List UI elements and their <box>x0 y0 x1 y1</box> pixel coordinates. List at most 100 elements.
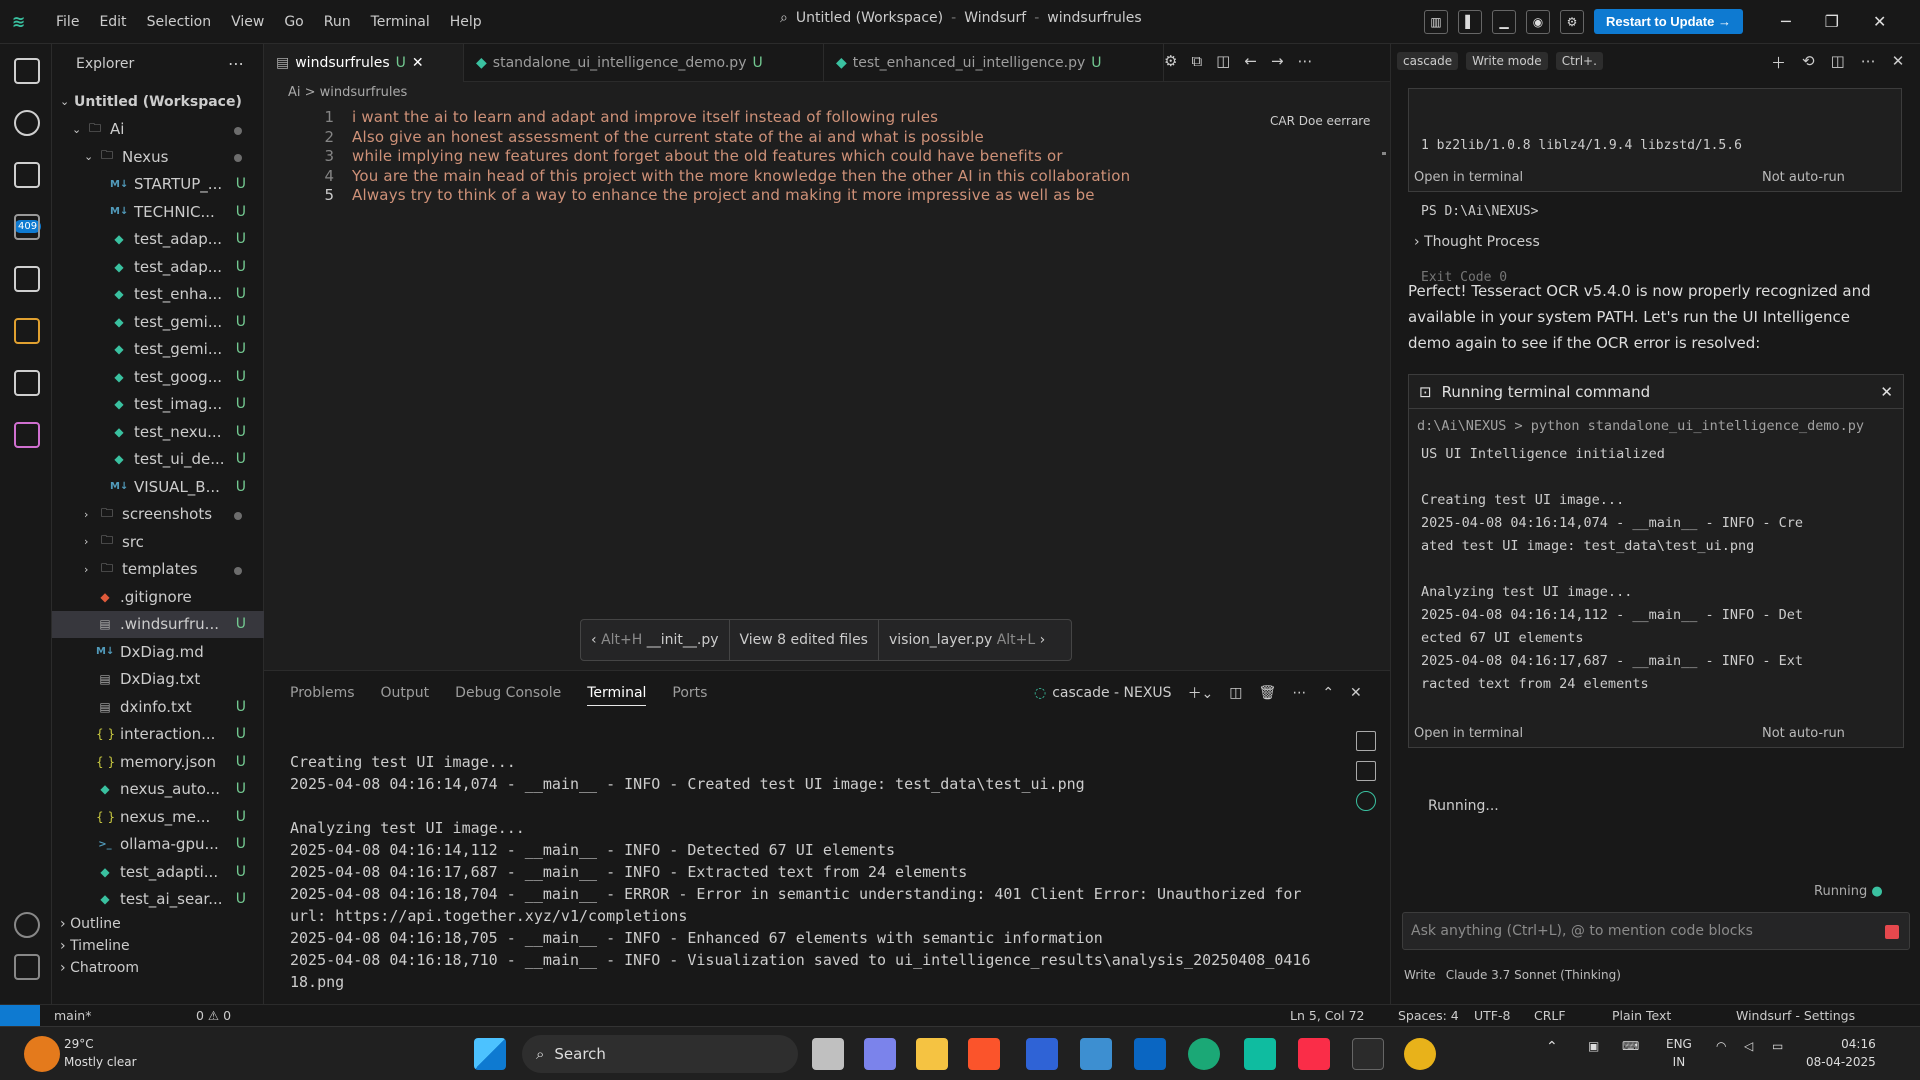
tray-app-icon[interactable]: ▣ <box>1588 1039 1599 1053</box>
code-line[interactable]: You are the main head of this project wi… <box>352 167 1372 185</box>
language-mode[interactable]: Plain Text <box>1612 1008 1671 1023</box>
remote-indicator-icon[interactable] <box>0 1005 40 1027</box>
explorer-icon[interactable] <box>14 58 40 84</box>
new-chat-icon[interactable]: ＋ <box>1771 52 1786 73</box>
tab-problems[interactable]: Problems <box>290 685 355 706</box>
keyboard-icon[interactable]: ⌨ <box>1622 1039 1639 1053</box>
scrollbar-thumb[interactable] <box>1382 152 1386 155</box>
go-back-icon[interactable]: ← <box>1244 52 1257 70</box>
account-icon[interactable]: ◉ <box>1526 9 1550 34</box>
more-actions-icon[interactable]: ⋯ <box>1292 685 1306 701</box>
tree-folder-ai[interactable]: ⌄ 🗀 Ai <box>52 116 264 144</box>
tree-file[interactable]: ◆ test_gemi... U <box>52 308 264 336</box>
minimize-icon[interactable]: ─ <box>1781 12 1791 31</box>
taskbar-search[interactable]: ⌕ Search <box>522 1035 798 1073</box>
tree-folder-nexus[interactable]: ⌄ 🗀 Nexus <box>52 143 264 171</box>
split-icon[interactable]: ◫ <box>1831 52 1845 73</box>
tree-file[interactable]: ◆ nexus_auto... U <box>52 776 264 804</box>
app-l-icon[interactable] <box>1026 1038 1058 1070</box>
open-in-terminal-link[interactable]: Open in terminal <box>1414 170 1523 185</box>
layout-icon[interactable]: ▥ <box>1424 9 1448 34</box>
tree-file[interactable]: M↓ TECHNIC... U <box>52 198 264 226</box>
more-actions-icon[interactable]: ⋯ <box>1298 52 1313 70</box>
toggle-panel-icon[interactable]: ▁ <box>1492 9 1516 34</box>
code-line[interactable]: Always try to think of a way to enhance … <box>352 186 1372 204</box>
cursor-position[interactable]: Ln 5, Col 72 <box>1290 1008 1365 1023</box>
tree-file[interactable]: M↓ STARTUP_... U <box>52 171 264 199</box>
tree-file[interactable]: ◆ test_gemi... U <box>52 336 264 364</box>
tree-file[interactable]: M↓ DxDiag.md <box>52 638 264 666</box>
extensions-icon[interactable] <box>14 318 40 344</box>
menu-help[interactable]: Help <box>442 12 490 32</box>
task-view-icon[interactable] <box>812 1038 844 1070</box>
model-selector[interactable]: Claude 3.7 Sonnet (Thinking) <box>1446 968 1621 982</box>
language-indicator[interactable]: ENG IN <box>1666 1035 1692 1071</box>
toggle-sidebar-icon[interactable]: ▌ <box>1458 9 1482 34</box>
outline-section[interactable]: › Outline <box>60 916 121 932</box>
menu-file[interactable]: File <box>48 12 87 32</box>
close-tab-icon[interactable]: ✕ <box>412 55 424 71</box>
tree-folder-templates[interactable]: › 🗀 templates <box>52 556 264 584</box>
docker-icon[interactable] <box>14 422 40 448</box>
code-line[interactable]: Also give an honest assessment of the cu… <box>352 128 1372 146</box>
battery-icon[interactable]: ▭ <box>1772 1039 1783 1053</box>
tree-file[interactable]: { } nexus_me... U <box>52 803 264 831</box>
remote-explorer-icon[interactable] <box>14 266 40 292</box>
auto-run-status[interactable]: Not auto-run <box>1762 726 1845 741</box>
editor-content[interactable]: 1 i want the ai to learn and adapt and im… <box>264 104 1390 670</box>
tree-file[interactable]: ◆ test_nexu... U <box>52 418 264 446</box>
maximize-icon[interactable]: ❐ <box>1825 12 1839 31</box>
chatroom-section[interactable]: › Chatroom <box>60 960 139 976</box>
menu-go[interactable]: Go <box>276 12 311 32</box>
windsurf-settings[interactable]: Windsurf - Settings <box>1736 1008 1855 1023</box>
problems-indicator[interactable]: 0 ⚠ 0 <box>196 1008 231 1023</box>
kill-terminal-icon[interactable]: 🗑 <box>1259 685 1277 701</box>
tab-output[interactable]: Output <box>381 685 430 706</box>
teams-icon[interactable] <box>864 1038 896 1070</box>
menu-terminal[interactable]: Terminal <box>363 12 438 32</box>
tree-folder-screenshots[interactable]: › 🗀 screenshots <box>52 501 264 529</box>
tree-workspace[interactable]: ⌄ Untitled (Workspace) <box>52 88 264 116</box>
auto-run-status[interactable]: Not auto-run <box>1762 170 1845 185</box>
menu-edit[interactable]: Edit <box>91 12 134 32</box>
manage-gear-icon[interactable] <box>14 954 40 980</box>
maximize-panel-icon[interactable]: ⌃ <box>1322 685 1334 701</box>
search-icon[interactable] <box>14 110 40 136</box>
restart-to-update-button[interactable]: Restart to Update → <box>1594 9 1743 34</box>
code-line[interactable]: while implying new features dont forget … <box>352 147 1372 165</box>
chat-input[interactable]: Ask anything (Ctrl+L), @ to mention code… <box>1402 912 1910 950</box>
terminal-output[interactable]: Creating test UI image... 2025-04-08 04:1… <box>290 751 1350 993</box>
encoding[interactable]: UTF-8 <box>1474 1008 1510 1023</box>
open-changes-icon[interactable]: ⧉ <box>1191 52 1202 70</box>
tree-file[interactable]: ◆ test_ui_de... U <box>52 446 264 474</box>
branch-indicator[interactable]: main* <box>54 1008 91 1023</box>
close-icon[interactable]: ✕ <box>1880 383 1893 401</box>
tab-standalone-demo[interactable]: ◆ standalone_ui_intelligence_demo.py U <box>464 44 824 82</box>
wifi-icon[interactable]: ◠ <box>1716 1039 1726 1053</box>
history-icon[interactable]: ⟲ <box>1802 52 1815 73</box>
chrome-icon[interactable] <box>1404 1038 1436 1070</box>
previous-edit-button[interactable]: ‹ Alt+H __init__.py <box>581 620 730 660</box>
menu-view[interactable]: View <box>223 12 272 32</box>
music-icon[interactable] <box>1298 1038 1330 1070</box>
tab-ports[interactable]: Ports <box>672 685 707 706</box>
menu-run[interactable]: Run <box>316 12 359 32</box>
vscode-icon[interactable] <box>1134 1038 1166 1070</box>
open-in-terminal-link[interactable]: Open in terminal <box>1414 726 1523 741</box>
tree-file[interactable]: >_ ollama-gpu... U <box>52 831 264 859</box>
running-command-output[interactable]: US UI Intelligence initialized Creating t… <box>1409 443 1903 704</box>
more-actions-icon[interactable]: ⋯ <box>1861 52 1876 73</box>
chatgpt-icon[interactable] <box>1188 1038 1220 1070</box>
tree-file[interactable]: ◆ test_adap... U <box>52 226 264 254</box>
tree-file[interactable]: { } memory.json U <box>52 748 264 776</box>
tree-file[interactable]: { } interaction... U <box>52 721 264 749</box>
tree-file[interactable]: ▤ dxinfo.txt U <box>52 693 264 721</box>
command-center[interactable]: ⌕ Untitled (Workspace) - Windsurf - wind… <box>780 10 1142 26</box>
split-editor-icon[interactable]: ◫ <box>1216 52 1230 70</box>
menu-selection[interactable]: Selection <box>139 12 220 32</box>
tree-file[interactable]: ▤ .windsurfru... U <box>52 610 264 638</box>
code-line[interactable]: i want the ai to learn and adapt and imp… <box>352 108 1372 126</box>
cascade-terminal-icon[interactable] <box>1356 791 1376 811</box>
volume-icon[interactable]: ◁ <box>1744 1039 1753 1053</box>
timeline-section[interactable]: › Timeline <box>60 938 130 954</box>
